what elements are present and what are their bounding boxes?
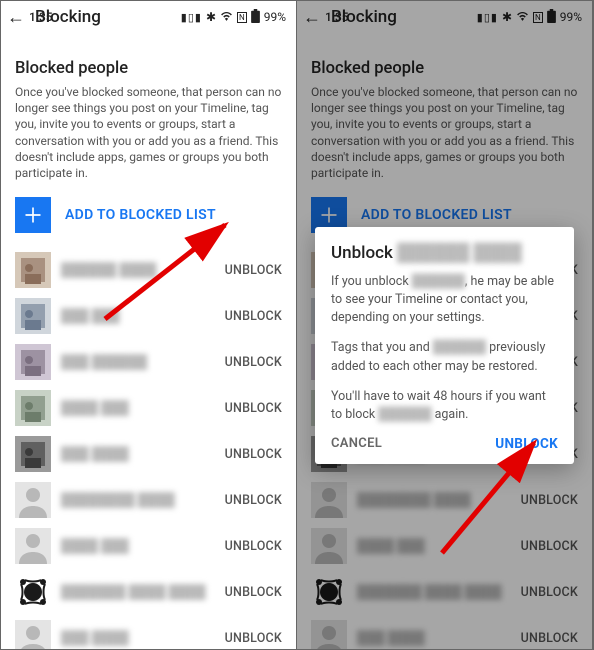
plus-icon: [23, 205, 43, 225]
avatar: [15, 574, 51, 610]
blocked-row: ████████ ████ UNBLOCK: [15, 477, 282, 523]
avatar: [15, 298, 51, 334]
avatar: [15, 620, 51, 649]
status-icons: ▮▯▮ ✱ N 99%: [181, 9, 286, 26]
bluetooth-icon: ✱: [206, 10, 216, 24]
section-title: Blocked people: [15, 59, 282, 78]
unblock-button[interactable]: UNBLOCK: [225, 355, 282, 370]
dialog-paragraph-2: Tags that you and ██████ previously adde…: [331, 339, 558, 375]
avatar: [15, 390, 51, 426]
blocked-row: ███ ████ UNBLOCK: [15, 615, 282, 649]
content-area: Blocked people Once you've blocked someo…: [1, 33, 296, 649]
add-button[interactable]: [15, 197, 51, 233]
unblock-button[interactable]: UNBLOCK: [225, 263, 282, 278]
section-description: Once you've blocked someone, that person…: [15, 84, 282, 181]
wifi-icon: [220, 10, 233, 24]
blocked-row: ███ ███ UNBLOCK: [15, 293, 282, 339]
unblock-button[interactable]: UNBLOCK: [225, 631, 282, 646]
avatar: [15, 482, 51, 518]
blocked-name: ███ ██████: [61, 354, 215, 370]
blocked-name: ███ ████: [61, 630, 215, 646]
blocked-name: ██████ ████: [61, 262, 215, 278]
add-to-blocked-row[interactable]: ADD TO BLOCKED LIST: [15, 197, 282, 233]
unblock-button[interactable]: UNBLOCK: [225, 447, 282, 462]
dialog-cancel-button[interactable]: CANCEL: [331, 436, 382, 451]
screenshot-left: ← Blocking 1:35 ▮▯▮ ✱ N 99% Blocked peop…: [1, 1, 297, 649]
blocked-name: ███ ████: [61, 446, 215, 462]
blocked-row: ███████ ████ ████ UNBLOCK: [15, 569, 282, 615]
avatar: [15, 344, 51, 380]
unblock-dialog: Unblock ██████ ████ If you unblock █████…: [315, 227, 574, 464]
screenshot-right: ← Blocking 1:35 ▮▯▮ ✱ N 99% Blocked peop…: [297, 1, 593, 649]
add-button-label: ADD TO BLOCKED LIST: [65, 207, 216, 223]
unblock-button[interactable]: UNBLOCK: [225, 539, 282, 554]
blocked-name: ███████ ████ ████: [61, 584, 215, 600]
blocked-name: ████████ ████: [61, 492, 215, 508]
unblock-button[interactable]: UNBLOCK: [225, 309, 282, 324]
blocked-row: ███ ████ UNBLOCK: [15, 431, 282, 477]
avatar: [15, 252, 51, 288]
avatar: [15, 528, 51, 564]
blocked-name: ████ ███: [61, 538, 215, 554]
avatar: [15, 436, 51, 472]
dialog-paragraph-1: If you unblock ██████, he may be able to…: [331, 273, 558, 327]
blocked-row: ████ ███ UNBLOCK: [15, 385, 282, 431]
blocked-row: ████ ███ UNBLOCK: [15, 523, 282, 569]
unblock-button[interactable]: UNBLOCK: [225, 493, 282, 508]
battery-pct: 99%: [264, 10, 286, 24]
dialog-paragraph-3: You'll have to wait 48 hours if you want…: [331, 388, 558, 424]
battery-icon: [251, 9, 260, 26]
unblock-button[interactable]: UNBLOCK: [225, 585, 282, 600]
status-bar: ← Blocking 1:35 ▮▯▮ ✱ N 99%: [1, 1, 296, 33]
page-title: Blocking: [35, 7, 101, 27]
blocked-name: ████ ███: [61, 400, 215, 416]
dialog-confirm-button[interactable]: UNBLOCK: [495, 436, 558, 452]
blocked-list: ██████ ████UNBLOCK███ ███UNBLOCK███ ████…: [15, 247, 282, 649]
dialog-title: Unblock ██████ ████: [331, 243, 558, 263]
vibrate-icon: ▮▯▮: [181, 11, 202, 24]
nfc-icon: N: [237, 12, 247, 23]
blocked-row: ███ ██████ UNBLOCK: [15, 339, 282, 385]
unblock-button[interactable]: UNBLOCK: [225, 401, 282, 416]
blocked-row: ██████ ████ UNBLOCK: [15, 247, 282, 293]
blocked-name: ███ ███: [61, 308, 215, 324]
back-icon[interactable]: ←: [7, 7, 25, 28]
